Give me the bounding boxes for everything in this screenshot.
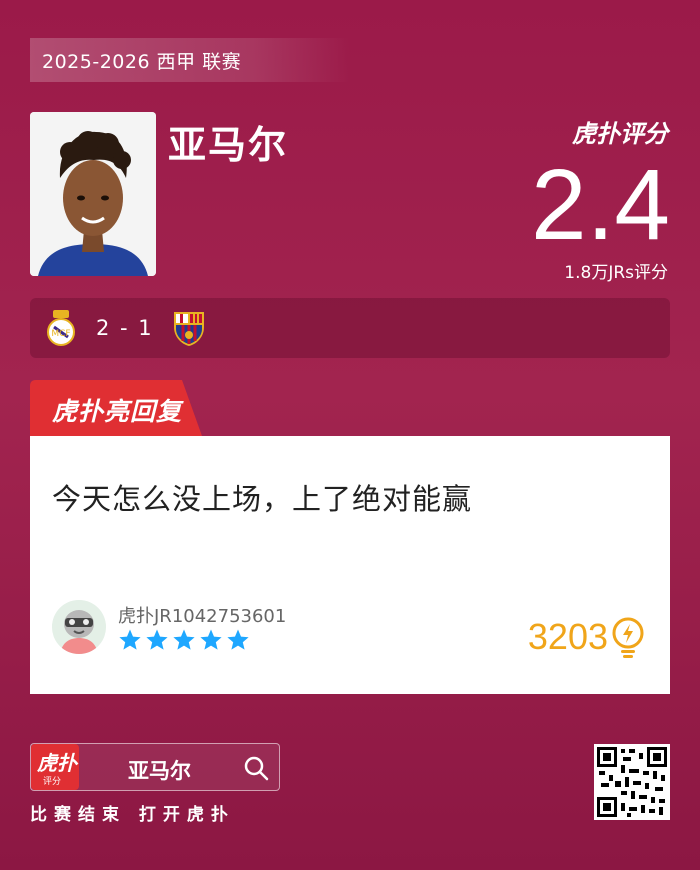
search-icon[interactable] xyxy=(243,755,269,781)
star-rating xyxy=(118,628,250,652)
hupu-rating-logo: 虎扑评分 xyxy=(572,120,668,148)
hot-reply-label: 虎扑亮回复 xyxy=(52,397,183,426)
real-madrid-crest-icon: MCF xyxy=(46,309,76,347)
search-bar[interactable]: 虎扑 评分 亚马尔 xyxy=(30,743,280,791)
username[interactable]: 虎扑JR1042753601 xyxy=(118,602,286,628)
svg-text:MCF: MCF xyxy=(51,329,70,339)
star-icon xyxy=(173,629,195,650)
star-icon xyxy=(119,629,141,650)
reply-card: 今天怎么没上场，上了绝对能赢 虎扑JR1042753601 3203 xyxy=(30,436,670,694)
app-icon-text: 虎扑 xyxy=(37,751,77,775)
hupu-app-icon: 虎扑 评分 xyxy=(31,744,79,790)
hot-reply-tab: 虎扑亮回复 xyxy=(30,380,202,436)
match-result-bar: MCF 2 - 1 xyxy=(30,298,670,358)
star-icon xyxy=(146,629,168,650)
qr-code[interactable] xyxy=(594,744,670,820)
lightbulb-like-icon[interactable] xyxy=(610,616,646,660)
footer-caption: 比赛结束 打开虎扑 xyxy=(30,805,235,825)
comment-text: 今天怎么没上场，上了绝对能赢 xyxy=(52,482,473,516)
search-query: 亚马尔 xyxy=(128,759,191,783)
rating-count: 1.8万JRs评分 xyxy=(564,263,668,283)
barcelona-crest-icon xyxy=(172,309,204,347)
like-count: 3203 xyxy=(527,616,608,657)
season-label: 2025-2026 西甲 联赛 xyxy=(42,50,242,73)
season-header: 2025-2026 西甲 联赛 xyxy=(30,38,350,82)
rating-score: 2.4 xyxy=(530,149,670,261)
player-name: 亚马尔 xyxy=(168,123,289,167)
star-icon xyxy=(227,629,249,650)
player-photo xyxy=(30,112,156,276)
avatar[interactable] xyxy=(52,600,106,654)
match-score: 2 - 1 xyxy=(96,316,154,340)
app-icon-subtext: 评分 xyxy=(43,777,62,787)
star-icon xyxy=(200,629,222,650)
